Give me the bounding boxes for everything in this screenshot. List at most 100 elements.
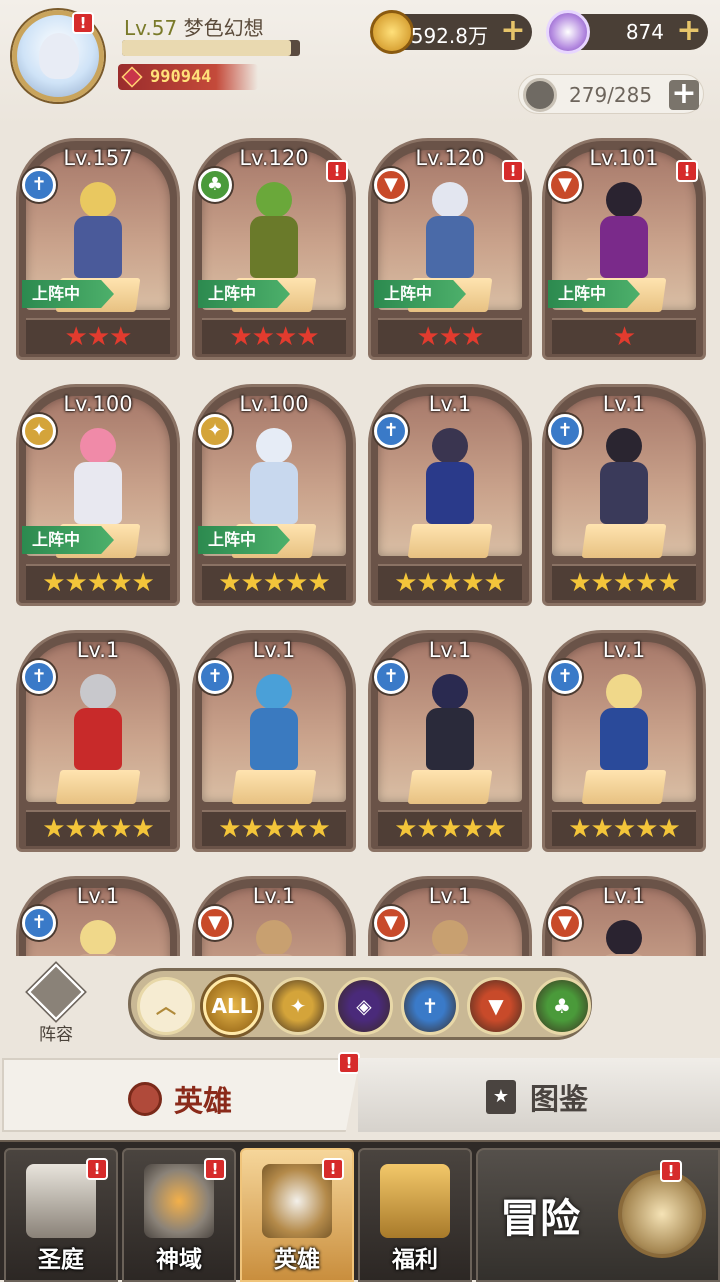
nav-welfare[interactable]: 福利 xyxy=(358,1148,472,1282)
hero-sprite xyxy=(242,428,306,528)
player-level-name: Lv.57 梦色幻想 xyxy=(124,12,264,41)
filter-beast-button[interactable]: ▼ xyxy=(467,977,525,1035)
hero-head xyxy=(606,920,642,956)
add-gems-button[interactable]: + xyxy=(676,16,702,46)
hero-body xyxy=(250,708,298,770)
hero-card[interactable]: Lv.120 ♣ ★★★★ 上阵中! xyxy=(192,130,356,360)
tab-heroes-label: 英雄 xyxy=(174,1084,233,1118)
top-bar: ! Lv.57 梦色幻想 990944 592.8万 + 874 + 279/2… xyxy=(0,0,720,125)
hero-head xyxy=(80,182,116,218)
hero-card[interactable]: Lv.1 ✝ ★★★★★ xyxy=(542,622,706,852)
filter-nature-button[interactable]: ♣ xyxy=(533,977,591,1035)
hero-card[interactable]: Lv.1 ✝ ★★★★★ xyxy=(368,622,532,852)
hero-alert-badge: ! xyxy=(326,160,348,182)
hero-stars: ★★★ xyxy=(26,318,170,354)
hero-body xyxy=(250,216,298,278)
hero-card[interactable]: Lv.100 ✦ ★★★★★ 上阵中 xyxy=(16,376,180,606)
hero-pedestal xyxy=(581,770,667,804)
faction-nature-icon: ♣ xyxy=(198,168,232,202)
hero-pedestal xyxy=(231,770,317,804)
on-team-tag: 上阵中 xyxy=(374,280,466,308)
lineup-label: 阵容 xyxy=(39,1025,73,1045)
hero-level: Lv.1 xyxy=(602,392,646,416)
faction-filters: ︿ ALL ✦ ◈ ✝ ▼ ♣ xyxy=(128,968,592,1040)
hero-level: Lv.1 xyxy=(602,638,646,662)
capacity-value: 279/285 xyxy=(569,83,653,107)
faction-holy-icon: ✦ xyxy=(198,414,232,448)
hero-card[interactable]: Lv.1 ✝ ★★★★★ xyxy=(16,622,180,852)
combat-power: 990944 xyxy=(118,64,258,90)
hero-head xyxy=(432,920,468,956)
treasure-chest-icon xyxy=(380,1164,450,1238)
hero-level: Lv.1 xyxy=(76,638,120,662)
hero-head xyxy=(80,674,116,710)
hero-card[interactable]: Lv.1 ▼ xyxy=(192,868,356,956)
hero-sprite xyxy=(242,674,306,774)
lineup-icon xyxy=(27,963,85,1021)
hero-card[interactable]: Lv.1 ✝ ★★★★★ xyxy=(368,376,532,606)
hero-card[interactable]: Lv.157 ✝ ★★★ 上阵中 xyxy=(16,130,180,360)
hero-body xyxy=(600,708,648,770)
hero-body xyxy=(600,216,648,278)
adventure-label: 冒险 xyxy=(500,1196,580,1242)
hero-stars: ★★★ xyxy=(378,318,522,354)
filter-light-button[interactable]: ✝ xyxy=(401,977,459,1035)
lineup-button[interactable]: 阵容 xyxy=(24,963,88,1046)
capacity-icon xyxy=(523,78,557,112)
hero-sprite xyxy=(592,182,656,282)
hero-level: Lv.1 xyxy=(428,884,472,908)
add-gold-button[interactable]: + xyxy=(500,16,526,46)
avatar-portrait xyxy=(39,33,79,79)
hero-head xyxy=(432,428,468,464)
hero-card[interactable]: Lv.1 ✝ ★★★★★ xyxy=(192,622,356,852)
hero-card[interactable]: Lv.1 ✝ xyxy=(16,868,180,956)
hero-capacity: 279/285 + xyxy=(518,74,704,114)
hero-level: Lv.157 xyxy=(63,146,133,170)
faction-light-icon: ✝ xyxy=(22,168,56,202)
nav-heroes-alert: ! xyxy=(322,1158,344,1180)
hero-stars: ★★★★★ xyxy=(552,810,696,846)
hero-grid[interactable]: Lv.157 ✝ ★★★ 上阵中 Lv.120 ♣ ★★★★ 上阵中! Lv.120 ▼ ★★★ 上阵… xyxy=(0,130,720,956)
adventure-button[interactable]: 冒险 xyxy=(476,1148,720,1282)
hero-sprite xyxy=(242,182,306,282)
hero-card[interactable]: Lv.100 ✦ ★★★★★ 上阵中 xyxy=(192,376,356,606)
tab-heroes[interactable]: 英雄 xyxy=(2,1058,360,1132)
filter-holy-button[interactable]: ✦ xyxy=(269,977,327,1035)
hero-head xyxy=(80,920,116,956)
faction-light-icon: ✝ xyxy=(374,660,408,694)
xp-bar xyxy=(122,40,300,56)
hero-level: Lv.1 xyxy=(428,638,472,662)
hero-head xyxy=(606,674,642,710)
faction-beast-icon: ▼ xyxy=(374,906,408,940)
filter-collapse-button[interactable]: ︿ xyxy=(137,977,195,1035)
hero-head xyxy=(432,182,468,218)
hero-body xyxy=(600,462,648,524)
filter-all-button[interactable]: ALL xyxy=(203,977,261,1035)
diamond-icon xyxy=(546,10,590,54)
hero-card[interactable]: Lv.1 ▼ xyxy=(542,868,706,956)
hero-head xyxy=(256,428,292,464)
expand-capacity-button[interactable]: + xyxy=(669,79,699,110)
hero-card[interactable]: Lv.101 ▼ ★ 上阵中! xyxy=(542,130,706,360)
hero-head xyxy=(256,920,292,956)
hero-head xyxy=(606,428,642,464)
hero-body xyxy=(74,462,122,524)
hero-head xyxy=(256,182,292,218)
hero-sprite xyxy=(66,182,130,282)
faction-beast-icon: ▼ xyxy=(548,906,582,940)
faction-light-icon: ✝ xyxy=(22,906,56,940)
hero-card[interactable]: Lv.120 ▼ ★★★ 上阵中! xyxy=(368,130,532,360)
hero-card[interactable]: Lv.1 ▼ xyxy=(368,868,532,956)
hero-body xyxy=(250,462,298,524)
power-gem-icon xyxy=(121,66,143,88)
on-team-tag: 上阵中 xyxy=(198,526,290,554)
hero-pedestal xyxy=(581,524,667,558)
hero-card[interactable]: Lv.1 ✝ ★★★★★ xyxy=(542,376,706,606)
filter-dark-button[interactable]: ◈ xyxy=(335,977,393,1035)
hero-pedestal xyxy=(407,524,493,558)
faction-beast-icon: ▼ xyxy=(198,906,232,940)
hero-body xyxy=(74,216,122,278)
hero-sprite xyxy=(418,674,482,774)
tab-codex[interactable]: ★ 图鉴 xyxy=(358,1058,720,1132)
hero-pedestal xyxy=(55,770,141,804)
